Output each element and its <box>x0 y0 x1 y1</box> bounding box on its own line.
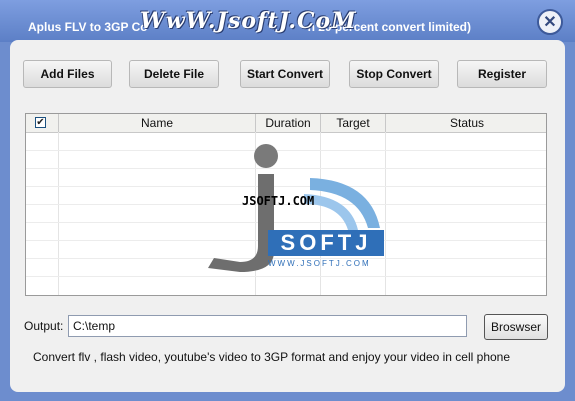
delete-file-button[interactable]: Delete File <box>129 60 219 88</box>
watermark-text: WwW.JsoftJ.CoM <box>140 8 357 34</box>
start-convert-button[interactable]: Start Convert <box>240 60 330 88</box>
column-header-duration[interactable]: Duration <box>256 114 321 132</box>
add-files-button[interactable]: Add Files <box>23 60 112 88</box>
logo-small-text: WWW.JSOFTJ.COM <box>268 259 371 268</box>
window-title-prefix: Aplus FLV to 3GP Co <box>28 20 148 34</box>
column-header-status[interactable]: Status <box>386 114 546 132</box>
register-button[interactable]: Register <box>457 60 547 88</box>
output-label: Output: <box>24 319 64 333</box>
table-header: ✔ Name Duration Target Status <box>26 114 546 133</box>
description-text: Convert flv , flash video, youtube's vid… <box>33 350 511 364</box>
close-icon: ✕ <box>543 14 557 31</box>
header-checkbox-cell[interactable]: ✔ <box>26 114 59 132</box>
close-button[interactable]: ✕ <box>537 9 563 35</box>
title-bar: Aplus FLV to 3GP Co n 20 percent convert … <box>0 0 575 42</box>
column-divider <box>58 132 59 295</box>
stop-convert-button[interactable]: Stop Convert <box>349 60 439 88</box>
browse-button[interactable]: Broswser <box>484 314 548 340</box>
column-header-name[interactable]: Name <box>59 114 256 132</box>
logo-url-text: JSOFTJ.COM <box>242 194 315 208</box>
select-all-checkbox[interactable]: ✔ <box>35 117 46 128</box>
output-path-field[interactable]: C:\temp <box>68 315 467 337</box>
app-window: Aplus FLV to 3GP Co n 20 percent convert … <box>0 0 575 401</box>
logo-wordmark: SOFTJ <box>268 230 384 256</box>
column-header-target[interactable]: Target <box>321 114 386 132</box>
